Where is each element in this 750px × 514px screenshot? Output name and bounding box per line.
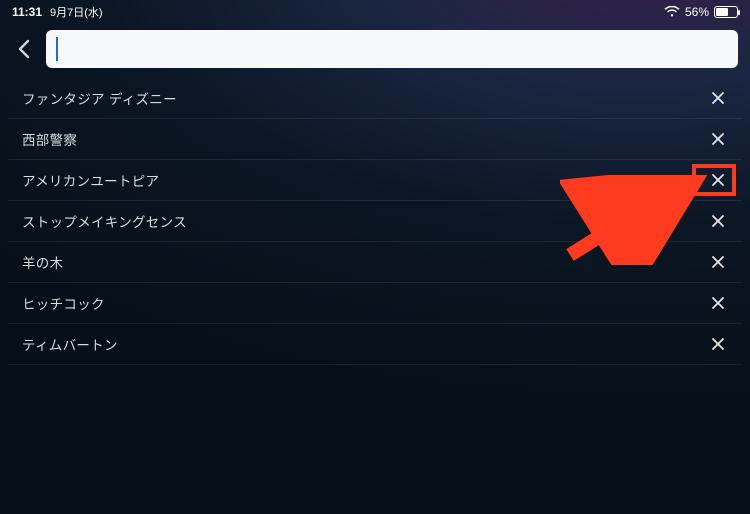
battery-fill — [716, 8, 728, 16]
delete-history-button[interactable] — [704, 125, 732, 153]
search-history-list: ファンタジア ディズニー西部警察アメリカンユートピアストップメイキングセンス羊の… — [0, 78, 750, 365]
chevron-left-icon — [17, 39, 31, 59]
search-input[interactable] — [56, 41, 728, 58]
delete-history-button[interactable] — [704, 248, 732, 276]
close-icon — [711, 255, 725, 269]
history-item-label[interactable]: 西部警察 — [22, 129, 77, 149]
history-row[interactable]: アメリカンユートピア — [8, 160, 742, 201]
history-row[interactable]: ヒッチコック — [8, 283, 742, 324]
history-row[interactable]: ファンタジア ディズニー — [8, 78, 742, 119]
history-row[interactable]: 西部警察 — [8, 119, 742, 160]
status-right: 56% — [664, 5, 738, 19]
text-caret — [56, 37, 58, 61]
history-item-label[interactable]: ファンタジア ディズニー — [22, 88, 177, 108]
search-row — [0, 22, 750, 78]
battery-icon — [714, 6, 738, 18]
battery-percent: 56% — [685, 5, 709, 19]
history-item-label[interactable]: 羊の木 — [22, 252, 63, 272]
history-item-label[interactable]: アメリカンユートピア — [22, 170, 159, 190]
history-row[interactable]: ティムバートン — [8, 324, 742, 365]
status-left: 11:31 9月7日(水) — [12, 4, 103, 20]
search-box[interactable] — [46, 30, 738, 68]
back-button[interactable] — [6, 31, 42, 67]
history-item-label[interactable]: ストップメイキングセンス — [22, 211, 187, 231]
status-date: 9月7日(水) — [50, 4, 103, 20]
history-row[interactable]: 羊の木 — [8, 242, 742, 283]
history-item-label[interactable]: ヒッチコック — [22, 293, 105, 313]
delete-history-button[interactable] — [704, 166, 732, 194]
close-icon — [711, 296, 725, 310]
close-icon — [711, 91, 725, 105]
status-time: 11:31 — [12, 5, 42, 19]
delete-history-button[interactable] — [704, 289, 732, 317]
close-icon — [711, 337, 725, 351]
delete-history-button[interactable] — [704, 330, 732, 358]
delete-history-button[interactable] — [704, 207, 732, 235]
history-row[interactable]: ストップメイキングセンス — [8, 201, 742, 242]
delete-history-button[interactable] — [704, 84, 732, 112]
wifi-icon — [664, 6, 680, 18]
history-item-label[interactable]: ティムバートン — [22, 334, 118, 354]
status-bar: 11:31 9月7日(水) 56% — [0, 0, 750, 22]
close-icon — [711, 173, 725, 187]
close-icon — [711, 214, 725, 228]
close-icon — [711, 132, 725, 146]
